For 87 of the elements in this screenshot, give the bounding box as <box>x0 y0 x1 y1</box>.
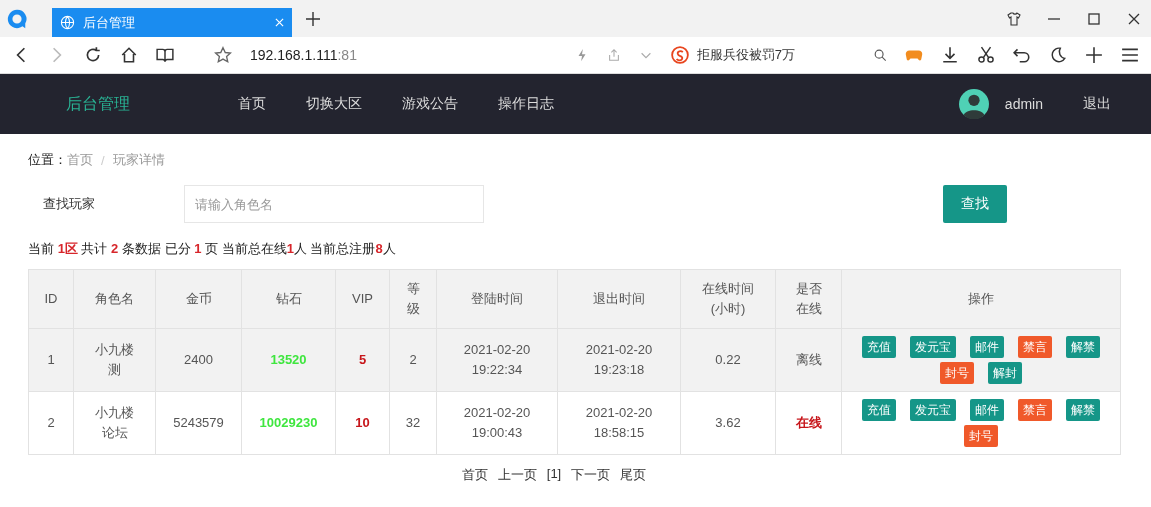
pagination-link[interactable]: [1] <box>546 466 562 484</box>
close-icon[interactable] <box>1127 11 1141 26</box>
diamond-cell: 13520 <box>241 328 336 392</box>
action-button[interactable]: 封号 <box>940 362 974 384</box>
name-cell: 小九楼测 <box>73 328 156 392</box>
action-button[interactable]: 禁言 <box>1018 336 1052 358</box>
nav-link[interactable]: 操作日志 <box>498 95 554 113</box>
online-hours-cell: 3.62 <box>680 391 776 455</box>
brand-title[interactable]: 后台管理 <box>66 93 130 115</box>
logout-link[interactable]: 退出 <box>1083 95 1111 113</box>
level-cell: 32 <box>389 391 437 455</box>
action-button[interactable]: 邮件 <box>970 336 1004 358</box>
search-field[interactable]: 请输入角色名 <box>184 185 484 223</box>
download-icon[interactable] <box>941 46 959 64</box>
action-button[interactable]: 解封 <box>988 362 1022 384</box>
nav-link[interactable]: 首页 <box>238 95 266 113</box>
login-time-cell: 2021-02-20 19:22:34 <box>436 328 558 392</box>
login-time-cell: 2021-02-20 19:00:43 <box>436 391 558 455</box>
status-cell: 离线 <box>775 328 842 392</box>
coin-amount-cell: 2400 <box>155 328 242 392</box>
search-button[interactable]: 查找 <box>943 185 1007 223</box>
action-button[interactable]: 邮件 <box>970 399 1004 421</box>
id-cell: 1 <box>28 328 74 392</box>
id-cell: 2 <box>28 391 74 455</box>
search-label: 查找玩家 <box>43 195 96 213</box>
nav-link[interactable]: 切换大区 <box>306 95 362 113</box>
maximize-icon[interactable] <box>1087 11 1101 26</box>
column-header: ID <box>28 269 74 329</box>
nav-link[interactable]: 游戏公告 <box>402 95 458 113</box>
search-icon[interactable] <box>873 48 887 62</box>
action-button[interactable]: 发元宝 <box>910 336 956 358</box>
summary-text: 当前 1区 共计 2 条数据 已分 1 页 当前总在线1人 当前总注册8人 <box>28 240 397 258</box>
logout-time-cell: 2021-02-20 18:58:15 <box>557 391 681 455</box>
column-header: 登陆时间 <box>436 269 558 329</box>
action-button[interactable]: 禁言 <box>1018 399 1052 421</box>
avatar-icon[interactable] <box>958 89 989 119</box>
home-icon[interactable] <box>120 46 138 64</box>
pagination-link[interactable]: 下一页 <box>571 466 611 484</box>
globe-icon <box>60 15 75 30</box>
breadcrumb-label: 位置： <box>28 151 67 169</box>
star-icon[interactable] <box>214 46 232 64</box>
column-header: 退出时间 <box>557 269 681 329</box>
scissors-icon[interactable] <box>977 46 995 64</box>
undo-icon[interactable] <box>1013 46 1031 64</box>
column-header: 金币 <box>155 269 242 329</box>
new-tab-icon[interactable] <box>306 11 320 26</box>
pagination-link[interactable]: 首页 <box>461 466 488 484</box>
vip-cell: 10 <box>335 391 390 455</box>
search-engine-icon[interactable] <box>670 46 689 64</box>
coin-amount-cell: 5243579 <box>155 391 242 455</box>
tab-title: 后台管理 <box>83 13 136 32</box>
column-header: 钻石 <box>241 269 336 329</box>
breadcrumb-separator: / <box>101 152 105 168</box>
vip-cell: 5 <box>335 328 390 392</box>
action-button[interactable]: 充值 <box>862 336 896 358</box>
breadcrumb-link[interactable]: 玩家详情 <box>112 151 165 169</box>
column-header: VIP <box>335 269 390 329</box>
plus-icon[interactable] <box>1085 46 1103 64</box>
shirt-icon[interactable] <box>1007 11 1021 26</box>
level-cell: 2 <box>389 328 437 392</box>
logout-time-cell: 2021-02-20 19:23:18 <box>557 328 681 392</box>
username[interactable]: admin <box>1004 96 1043 112</box>
browser-logo-icon <box>6 7 28 30</box>
pagination-link[interactable]: 尾页 <box>620 466 647 484</box>
address-field[interactable]: 192.168.1.111:81 <box>250 47 357 63</box>
news-headline[interactable]: 拒服兵役被罚7万 <box>696 46 795 64</box>
action-button[interactable]: 充值 <box>862 399 896 421</box>
breadcrumb-link[interactable]: 首页 <box>67 151 93 169</box>
column-header: 是否在线 <box>775 269 842 329</box>
name-cell: 小九楼论坛 <box>73 391 156 455</box>
menu-icon[interactable] <box>1121 46 1139 64</box>
status-cell: 在线 <box>775 391 842 455</box>
reload-icon[interactable] <box>84 46 102 64</box>
column-header: 操作 <box>841 269 1121 329</box>
book-icon[interactable] <box>156 46 174 64</box>
pagination-link[interactable]: 上一页 <box>497 466 537 484</box>
browser-tab[interactable]: 后台管理 <box>52 8 292 37</box>
column-header: 等级 <box>389 269 437 329</box>
column-header: 在线时间 (小时) <box>680 269 776 329</box>
online-hours-cell: 0.22 <box>680 328 776 392</box>
moon-icon[interactable] <box>1049 46 1067 64</box>
action-button[interactable]: 发元宝 <box>910 399 956 421</box>
action-button[interactable]: 解禁 <box>1066 336 1100 358</box>
column-header: 角色名 <box>73 269 156 329</box>
action-button[interactable]: 解禁 <box>1066 399 1100 421</box>
action-button[interactable]: 封号 <box>964 425 998 447</box>
diamond-cell: 10029230 <box>241 391 336 455</box>
